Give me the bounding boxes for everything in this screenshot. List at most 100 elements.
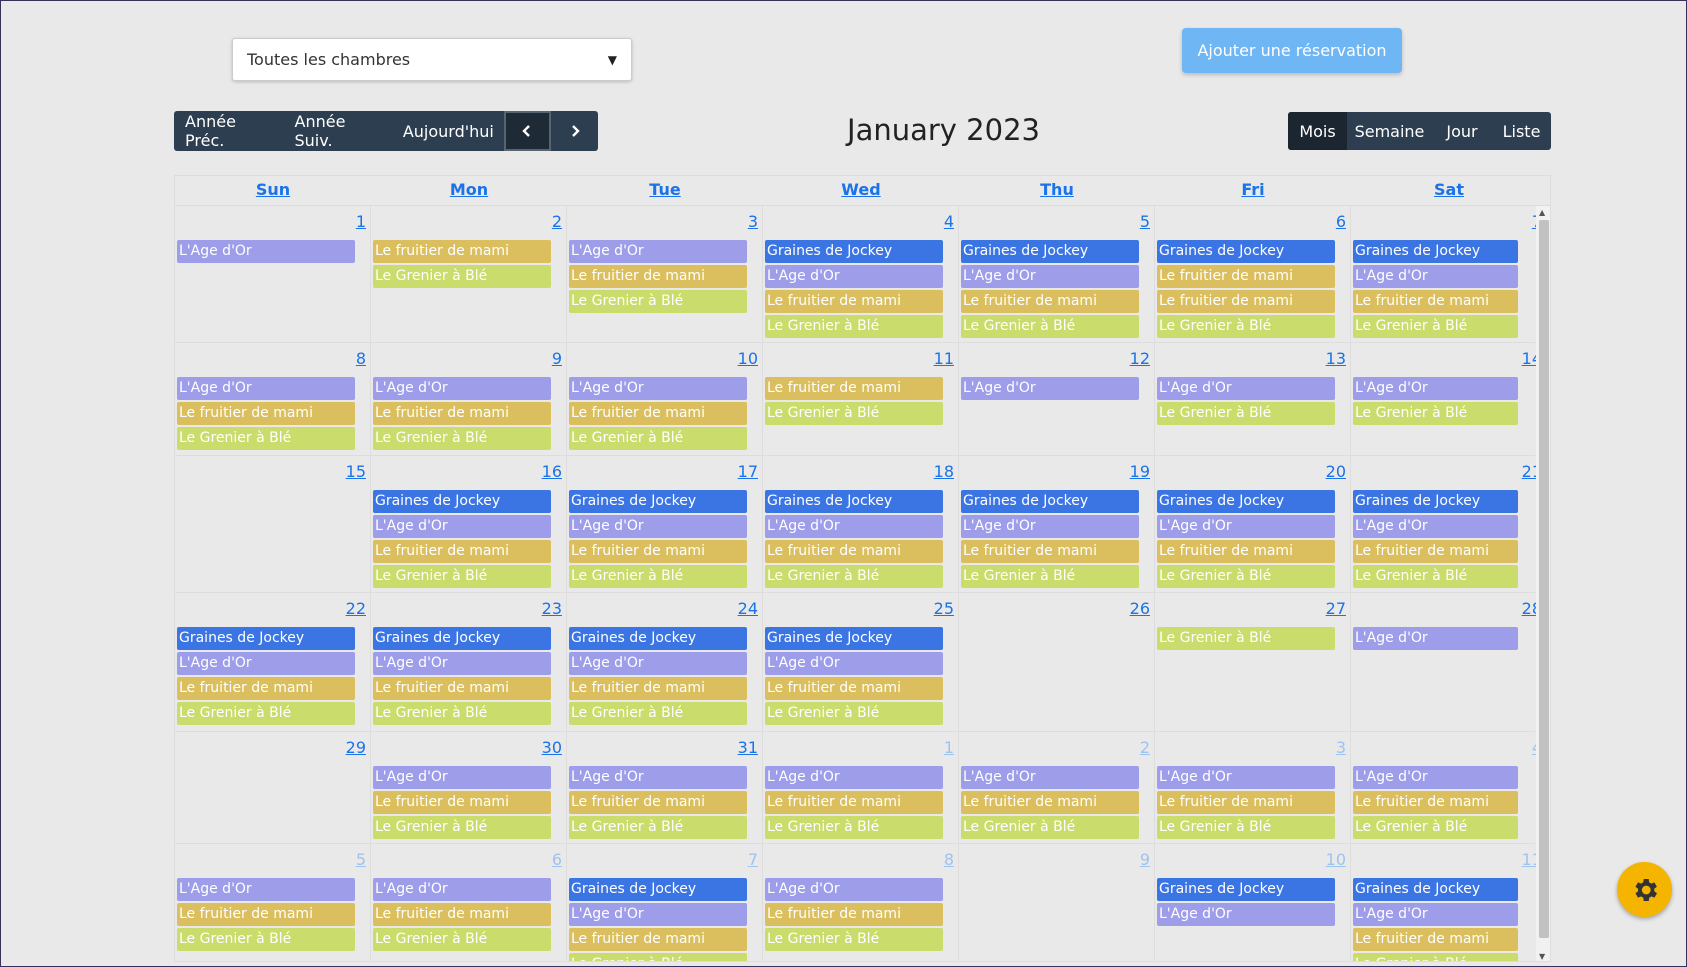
reservation-event[interactable]: Le fruitier de mami [1353,540,1518,563]
prev-month-button[interactable] [503,111,552,151]
day-number[interactable]: 29 [346,738,366,757]
reservation-event[interactable]: Graines de Jockey [1353,240,1518,263]
reservation-event[interactable]: L'Age d'Or [1353,377,1518,400]
reservation-event[interactable]: Le fruitier de mami [765,290,943,313]
reservation-event[interactable]: L'Age d'Or [569,652,747,675]
reservation-event[interactable]: Le fruitier de mami [569,540,747,563]
reservation-event[interactable]: Le fruitier de mami [765,791,943,814]
reservation-event[interactable]: Graines de Jockey [765,627,943,650]
day-number[interactable]: 23 [542,599,562,618]
reservation-event[interactable]: Le Grenier à Blé [177,928,355,951]
reservation-event[interactable]: Le fruitier de mami [373,402,551,425]
reservation-event[interactable]: L'Age d'Or [373,878,551,901]
reservation-event[interactable]: Le Grenier à Blé [765,565,943,588]
day-cell[interactable]: 24 Graines de Jockey L'Age d'Or Le fruitier… [567,593,763,731]
reservation-event[interactable]: Le Grenier à Blé [569,816,747,839]
reservation-event[interactable]: L'Age d'Or [373,515,551,538]
day-cell[interactable]: 9 L'Age d'Or Le fruitier de mami Le Grenier… [371,343,567,455]
reservation-event[interactable]: L'Age d'Or [569,240,747,263]
weekday-header-thu[interactable]: Thu [959,176,1155,206]
reservation-event[interactable]: Le Grenier à Blé [373,427,551,450]
day-number[interactable]: 22 [346,599,366,618]
reservation-event[interactable]: Graines de Jockey [569,878,747,901]
reservation-event[interactable]: Le Grenier à Blé [1157,816,1335,839]
day-cell[interactable]: 26 [959,593,1155,731]
reservation-event[interactable]: Le Grenier à Blé [569,427,747,450]
reservation-event[interactable]: Le fruitier de mami [373,677,551,700]
reservation-event[interactable]: Graines de Jockey [1353,878,1518,901]
reservation-event[interactable]: Le Grenier à Blé [1353,816,1518,839]
day-number[interactable]: 10 [738,349,758,368]
day-cell[interactable]: 3 L'Age d'Or Le fruitier de mami Le Grenier… [1155,732,1351,843]
view-week-button[interactable]: Semaine [1347,112,1432,150]
day-cell[interactable]: 18 Graines de Jockey L'Age d'Or Le fruitier… [763,456,959,592]
reservation-event[interactable]: Le fruitier de mami [765,903,943,926]
reservation-event[interactable]: Le fruitier de mami [373,540,551,563]
reservation-event[interactable]: Le fruitier de mami [177,402,355,425]
reservation-event[interactable]: L'Age d'Or [765,652,943,675]
reservation-event[interactable]: Le fruitier de mami [569,265,747,288]
day-number[interactable]: 1 [356,212,366,231]
reservation-event[interactable]: L'Age d'Or [1353,627,1518,650]
day-number[interactable]: 5 [356,850,366,869]
reservation-event[interactable]: L'Age d'Or [177,377,355,400]
reservation-event[interactable]: Graines de Jockey [373,490,551,513]
view-month-button[interactable]: Mois [1288,112,1347,150]
weekday-header-tue[interactable]: Tue [567,176,763,206]
day-cell[interactable]: 21 Graines de Jockey L'Age d'Or Le fruitier… [1351,456,1547,592]
day-cell[interactable]: 8 L'Age d'Or Le fruitier de mami Le Grenier… [763,844,959,961]
reservation-event[interactable]: Le Grenier à Blé [569,702,747,725]
day-cell[interactable]: 1 L'Age d'Or [175,206,371,342]
weekday-header-fri[interactable]: Fri [1155,176,1351,206]
reservation-event[interactable]: Le Grenier à Blé [1353,315,1518,338]
reservation-event[interactable]: Le Grenier à Blé [765,816,943,839]
room-select[interactable]: Toutes les chambres ▼ [232,38,632,81]
next-month-button[interactable] [551,111,598,151]
day-cell[interactable]: 31 L'Age d'Or Le fruitier de mami Le Grenie… [567,732,763,843]
reservation-event[interactable]: Le fruitier de mami [1157,791,1335,814]
reservation-event[interactable]: L'Age d'Or [373,652,551,675]
day-number[interactable]: 4 [944,212,954,231]
settings-button[interactable] [1617,862,1672,917]
reservation-event[interactable]: Le Grenier à Blé [961,816,1139,839]
day-cell[interactable]: 29 [175,732,371,843]
day-number[interactable]: 11 [934,349,954,368]
day-number[interactable]: 17 [738,462,758,481]
day-cell[interactable]: 10 L'Age d'Or Le fruitier de mami Le Grenie… [567,343,763,455]
reservation-event[interactable]: Le Grenier à Blé [765,928,943,951]
reservation-event[interactable]: Le fruitier de mami [765,377,943,400]
weekday-header-sat[interactable]: Sat [1351,176,1547,206]
reservation-event[interactable]: Le fruitier de mami [1157,290,1335,313]
day-number[interactable]: 1 [944,738,954,757]
day-number[interactable]: 24 [738,599,758,618]
day-number[interactable]: 16 [542,462,562,481]
scroll-down-icon[interactable]: ▼ [1539,952,1545,961]
reservation-event[interactable]: Graines de Jockey [1353,490,1518,513]
weekday-header-sun[interactable]: Sun [175,176,371,206]
calendar-scrollbar[interactable]: ▲ ▼ [1536,206,1550,961]
reservation-event[interactable]: Graines de Jockey [961,240,1139,263]
reservation-event[interactable]: L'Age d'Or [961,377,1139,400]
day-number[interactable]: 6 [552,850,562,869]
day-number[interactable]: 7 [748,850,758,869]
reservation-event[interactable]: Le Grenier à Blé [1157,315,1335,338]
day-cell[interactable]: 19 Graines de Jockey L'Age d'Or Le fruitier… [959,456,1155,592]
reservation-event[interactable]: Le Grenier à Blé [373,265,551,288]
reservation-event[interactable]: Graines de Jockey [765,490,943,513]
day-number[interactable]: 8 [356,349,366,368]
day-cell[interactable]: 5 Graines de Jockey L'Age d'Or Le fruitier … [959,206,1155,342]
reservation-event[interactable]: Le Grenier à Blé [569,953,747,961]
view-list-button[interactable]: Liste [1492,112,1551,150]
reservation-event[interactable]: L'Age d'Or [373,766,551,789]
add-reservation-button[interactable]: Ajouter une réservation [1182,28,1402,73]
reservation-event[interactable]: Graines de Jockey [373,627,551,650]
day-cell[interactable]: 6 L'Age d'Or Le fruitier de mami Le Grenier… [371,844,567,961]
reservation-event[interactable]: Le fruitier de mami [1353,791,1518,814]
reservation-event[interactable]: Le fruitier de mami [1157,265,1335,288]
reservation-event[interactable]: L'Age d'Or [765,265,943,288]
reservation-event[interactable]: Le fruitier de mami [765,540,943,563]
prev-year-button[interactable]: Année Préc. [174,111,285,151]
reservation-event[interactable]: Le fruitier de mami [1157,540,1335,563]
reservation-event[interactable]: L'Age d'Or [1157,377,1335,400]
reservation-event[interactable]: L'Age d'Or [1157,766,1335,789]
